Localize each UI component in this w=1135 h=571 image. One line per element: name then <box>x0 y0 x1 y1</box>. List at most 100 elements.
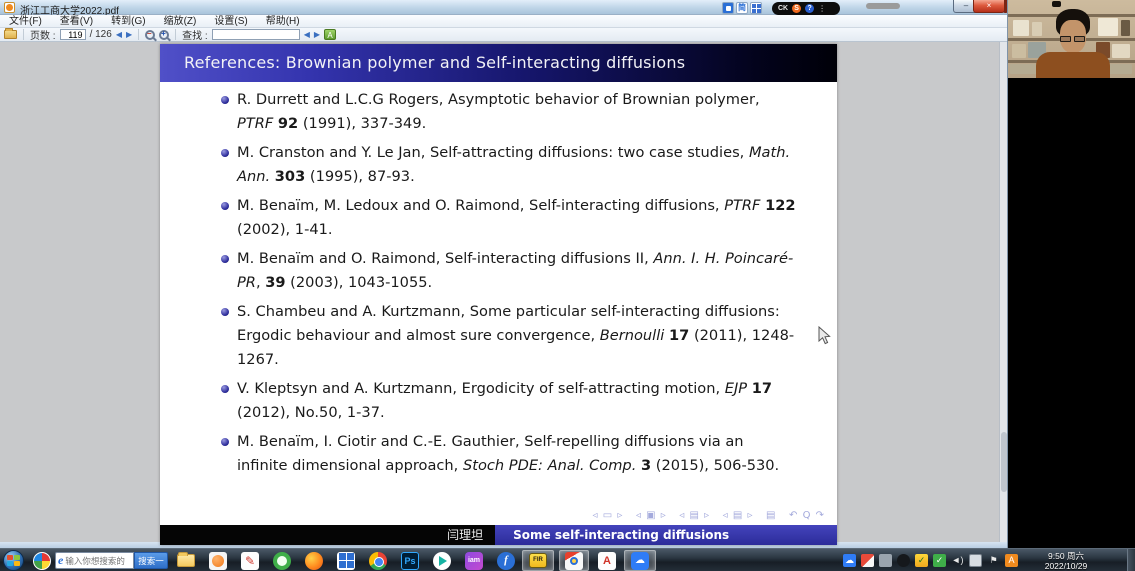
ck-label: CK <box>778 5 788 12</box>
taskbar-app-flash[interactable]: f <box>493 550 519 571</box>
ime-icon[interactable] <box>722 2 734 14</box>
pinwheel-icon <box>33 552 51 570</box>
taskbar-app-video[interactable] <box>333 550 359 571</box>
green-browser-icon <box>273 552 291 570</box>
menu-goto[interactable]: 转到(G) <box>102 15 154 27</box>
glasses <box>1060 36 1071 42</box>
bullet-icon <box>221 202 229 210</box>
bullet-icon <box>221 385 229 393</box>
open-file-icon[interactable] <box>4 30 17 39</box>
window-titlebar[interactable]: 浙江工商大学2022.pdf 简 CK S ? ⋮ – ▫ × <box>0 0 1007 15</box>
pdf-viewer-window: 浙江工商大学2022.pdf 简 CK S ? ⋮ – ▫ × <box>0 0 1008 548</box>
volume-number: 3 <box>641 457 651 474</box>
taskbar-app-chrome[interactable] <box>365 550 391 571</box>
slide-title: References: Brownian polymer and Self-in… <box>160 44 837 82</box>
webcam-video <box>1008 0 1135 78</box>
highlight-all-icon[interactable]: A <box>324 29 336 40</box>
taskbar-app-360[interactable] <box>29 550 55 571</box>
taskbar-app-photoshop[interactable]: Ps <box>397 550 423 571</box>
foxit-icon: FIR <box>529 553 547 568</box>
bullet-icon <box>221 96 229 104</box>
taskbar-app-explorer[interactable] <box>173 550 199 571</box>
close-button[interactable]: × <box>973 0 1005 13</box>
taskbar-search-box[interactable]: e <box>55 552 134 569</box>
taskbar-app-tencent-video[interactable] <box>429 550 455 571</box>
scrollbar-thumb[interactable] <box>1001 432 1007 492</box>
bullet-icon <box>221 149 229 157</box>
iam-icon: iam <box>465 552 483 570</box>
more-dots-icon[interactable]: ⋮ <box>818 4 826 13</box>
find-input[interactable] <box>212 29 300 40</box>
volume-number: 17 <box>752 380 772 397</box>
reference-text: (2002), 1-41. <box>237 221 333 238</box>
find-label: 查找 : <box>182 27 208 42</box>
next-page-icon[interactable]: ▶ <box>126 29 132 40</box>
tray-orange-icon[interactable]: A <box>1005 554 1018 567</box>
ck-widget: CK S ? ⋮ <box>772 2 840 15</box>
reference-item: M. Benaïm, I. Ciotir and C.-E. Gauthier,… <box>237 430 797 478</box>
footer-author: 闫理坦 <box>160 525 495 545</box>
bullet-icon <box>221 308 229 316</box>
taskbar-app-acrobat[interactable]: A <box>594 550 620 571</box>
menu-view[interactable]: 查看(V) <box>51 15 102 27</box>
menu-settings[interactable]: 设置(S) <box>205 15 256 27</box>
reference-item: M. Cranston and Y. Le Jan, Self-attracti… <box>237 141 797 189</box>
menu-help[interactable]: 帮助(H) <box>257 15 309 27</box>
ime-grid-icon[interactable] <box>750 2 762 14</box>
sogou-icon[interactable]: S <box>792 4 801 13</box>
beamer-navigation-icons[interactable]: ◃ ▭ ▹ ◃ ▣ ▹ ◃ ▤ ▹ ◃ ▤ ▹ ▤ ↶ Q ↷ <box>593 510 826 521</box>
taskbar-search-input[interactable] <box>65 556 125 566</box>
menu-bar: 文件(F) 查看(V) 转到(G) 缩放(Z) 设置(S) 帮助(H) <box>0 15 1007 28</box>
bullet-icon <box>221 438 229 446</box>
slide-page: References: Brownian polymer and Self-in… <box>160 44 837 545</box>
webcam-panel <box>1008 0 1135 548</box>
previous-page-icon[interactable]: ◀ <box>116 29 122 40</box>
reference-item: M. Benaïm and O. Raimond, Self-interacti… <box>237 247 797 295</box>
taskbar-app-notes[interactable]: ✎ <box>237 550 263 571</box>
page-number-input[interactable] <box>60 29 86 40</box>
tray-cloud-icon[interactable]: ☁ <box>843 554 856 567</box>
tray-network-icon[interactable] <box>969 554 982 567</box>
taskbar-app-mediaplayer[interactable] <box>205 550 231 571</box>
taskbar-app-iam[interactable]: iam <box>461 550 487 571</box>
taskbar-app-360browser[interactable] <box>269 550 295 571</box>
journal-name: Stoch PDE: Anal. Comp. <box>463 457 636 474</box>
taskbar-search-button[interactable]: 搜索一下 <box>134 552 168 569</box>
folder-icon <box>177 554 195 567</box>
start-button[interactable] <box>3 550 24 571</box>
show-desktop-button[interactable] <box>1127 549 1135 571</box>
reference-text: (1995), 87-93. <box>305 168 415 185</box>
tray-red-icon[interactable] <box>861 554 874 567</box>
tray-speaker-icon[interactable]: ◄) <box>951 554 964 567</box>
tray-yellow-shield-icon[interactable]: ✓ <box>915 554 928 567</box>
taskbar-app-foxit-active[interactable]: FIR <box>522 550 554 571</box>
taskbar-clock[interactable]: 9:50 周六 2022/10/29 <box>1028 551 1104 571</box>
taskbar-app-cloud-active[interactable]: ☁ <box>624 550 656 571</box>
books <box>1012 44 1026 58</box>
taskbar-app-firefox[interactable] <box>301 550 327 571</box>
vertical-scrollbar[interactable] <box>999 42 1007 542</box>
photoshop-icon: Ps <box>401 552 419 570</box>
menu-file[interactable]: 文件(F) <box>0 15 51 27</box>
tray-green-shield-icon[interactable]: ✓ <box>933 554 946 567</box>
tray-gray-icon[interactable] <box>879 554 892 567</box>
ie-icon: e <box>58 553 63 568</box>
find-next-icon[interactable]: ▶ <box>314 29 320 40</box>
slide-footer: 闫理坦 Some self-interacting diffusions <box>160 525 837 545</box>
volume-number: 303 <box>275 168 305 185</box>
blue-grid-icon <box>337 552 355 570</box>
taskbar-app-sogou-active[interactable] <box>559 550 589 571</box>
simplified-chinese-icon[interactable]: 简 <box>736 2 748 14</box>
page-label: 页数 : <box>30 27 56 42</box>
media-player-icon <box>209 552 227 570</box>
find-previous-icon[interactable]: ◀ <box>304 29 310 40</box>
toolbar-separator <box>23 29 24 40</box>
volume-number: 39 <box>265 274 285 291</box>
zoom-out-icon[interactable]: – <box>145 30 155 40</box>
tray-black-icon[interactable] <box>897 554 910 567</box>
person-body <box>1036 52 1110 78</box>
menu-zoom[interactable]: 缩放(Z) <box>155 15 206 27</box>
zoom-in-icon[interactable]: + <box>159 30 169 40</box>
help-badge-icon[interactable]: ? <box>805 4 814 13</box>
tray-action-center-icon[interactable]: ⚑ <box>987 554 1000 567</box>
